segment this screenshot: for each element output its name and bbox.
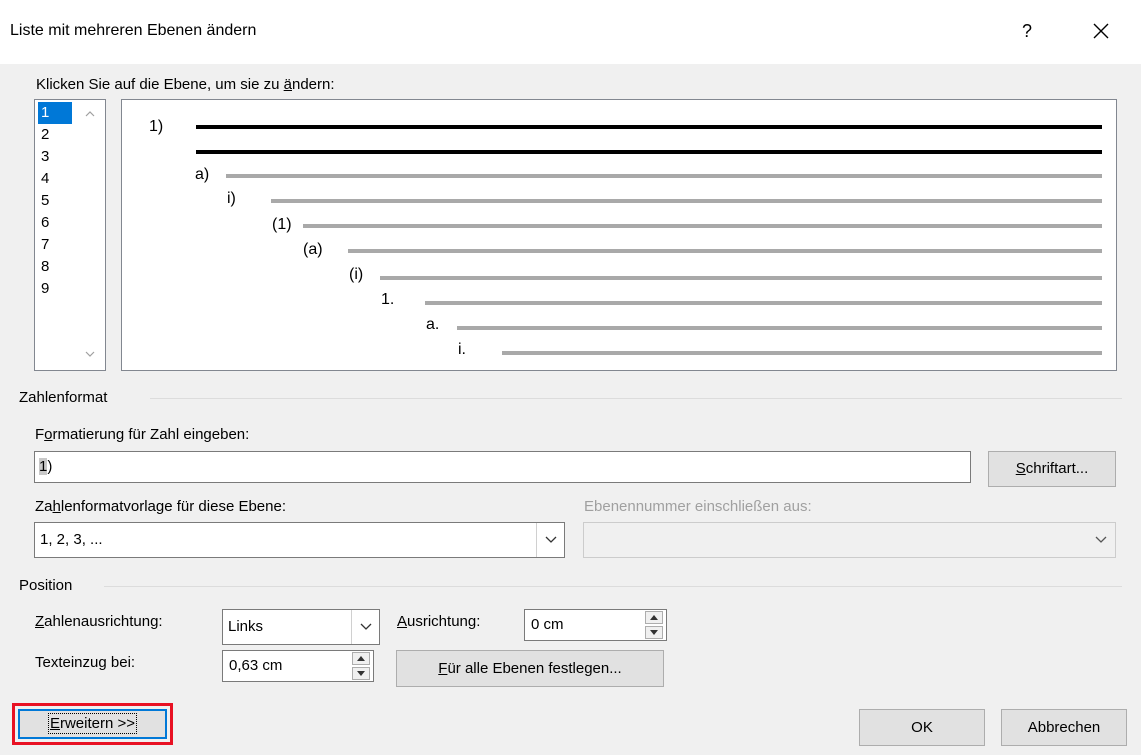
preview-line (226, 174, 1102, 178)
preview-line (502, 351, 1102, 355)
preview-line (425, 301, 1102, 305)
text-indent-value: 0,63 cm (229, 657, 283, 674)
group-divider (150, 398, 1122, 399)
close-icon (1093, 23, 1109, 39)
aligned-at-value: 0 cm (531, 616, 564, 633)
preview-label-5: (a) (303, 241, 323, 258)
spin-buttons (645, 611, 665, 639)
number-alignment-select[interactable]: Links (222, 609, 380, 645)
include-level-label: Ebenennummer einschließen aus: (584, 498, 812, 515)
number-style-value: 1, 2, 3, ... (40, 531, 103, 548)
arrow-down-icon (357, 671, 365, 676)
dropdown-button[interactable] (1087, 523, 1115, 557)
number-alignment-value: Links (228, 618, 264, 635)
scroll-up-icon[interactable] (85, 109, 95, 119)
spin-down-button[interactable] (645, 626, 663, 639)
preview-line (457, 326, 1102, 330)
preview-label-6: (i) (349, 266, 364, 283)
preview-line (303, 224, 1102, 228)
font-button[interactable]: Schriftart... (988, 451, 1116, 487)
more-button-label: Erweitern >> (47, 713, 138, 734)
preview-label-4: (1) (272, 216, 292, 233)
level-list[interactable]: 1 2 3 4 5 6 7 8 9 (34, 99, 106, 371)
dialog-title: Liste mit mehreren Ebenen ändern (10, 22, 257, 39)
level-item-4[interactable]: 4 (38, 168, 72, 190)
level-item-9[interactable]: 9 (38, 278, 72, 300)
preview-label-1: 1) (149, 118, 164, 135)
group-label-position: Position (19, 577, 73, 594)
arrow-down-icon (650, 630, 658, 635)
group-label-number-format: Zahlenformat (19, 389, 108, 406)
level-item-3[interactable]: 3 (38, 146, 72, 168)
chevron-down-icon (360, 623, 372, 630)
dropdown-button[interactable] (351, 610, 379, 644)
level-item-1[interactable]: 1 (38, 102, 72, 124)
preview-label-3: i) (227, 190, 236, 207)
group-divider (104, 586, 1122, 587)
chevron-down-icon (545, 536, 557, 543)
level-item-7[interactable]: 7 (38, 234, 72, 256)
preview-line (348, 249, 1102, 253)
preview-label-2: a) (195, 166, 210, 183)
text-indent-label: Texteinzug bei: (35, 654, 136, 671)
cancel-button[interactable]: Abbrechen (1001, 709, 1127, 746)
level-item-6[interactable]: 6 (38, 212, 72, 234)
level-item-2[interactable]: 2 (38, 124, 72, 146)
set-for-all-levels-button[interactable]: Für alle Ebenen festlegen... (396, 650, 664, 687)
preview-line (196, 125, 1102, 129)
spin-up-button[interactable] (352, 652, 370, 665)
spin-down-button[interactable] (352, 667, 370, 680)
spin-buttons (352, 652, 372, 680)
aligned-at-spinner[interactable]: 0 cm (524, 609, 667, 641)
scroll-down-icon[interactable] (85, 349, 95, 359)
level-item-5[interactable]: 5 (38, 190, 72, 212)
format-text: ) (47, 458, 53, 475)
number-alignment-label: Zahlenausrichtung: (35, 613, 163, 630)
preview-line (196, 150, 1102, 154)
aligned-at-label: Ausrichtung: (397, 613, 481, 630)
help-button[interactable]: ? (1012, 14, 1042, 48)
preview-label-7: 1. (381, 291, 395, 308)
text-indent-spinner[interactable]: 0,63 cm (222, 650, 374, 682)
preview-label-8: a. (426, 316, 440, 333)
level-item-8[interactable]: 8 (38, 256, 72, 278)
close-button[interactable] (1084, 14, 1118, 48)
number-style-label: Zahlenformatvorlage für diese Ebene: (35, 498, 286, 515)
level-prompt: Klicken Sie auf die Ebene, um sie zu änd… (36, 76, 335, 93)
ok-button[interactable]: OK (859, 709, 985, 746)
preview-line (380, 276, 1102, 280)
format-label: Formatierung für Zahl eingeben: (35, 426, 250, 443)
arrow-up-icon (650, 615, 658, 620)
number-format-input[interactable]: 1) (34, 451, 971, 483)
number-style-select[interactable]: 1, 2, 3, ... (34, 522, 565, 558)
level-list-scrollbar[interactable] (77, 101, 105, 369)
preview-label-9: i. (458, 341, 466, 358)
dropdown-button[interactable] (536, 523, 564, 557)
preview-line (271, 199, 1102, 203)
arrow-up-icon (357, 656, 365, 661)
list-preview: 1) a) i) (1) (a) (i) 1. a. i. (121, 99, 1117, 371)
more-button[interactable]: Erweitern >> (18, 709, 167, 739)
spin-up-button[interactable] (645, 611, 663, 624)
include-level-select[interactable] (583, 522, 1116, 558)
chevron-down-icon (1095, 536, 1107, 543)
